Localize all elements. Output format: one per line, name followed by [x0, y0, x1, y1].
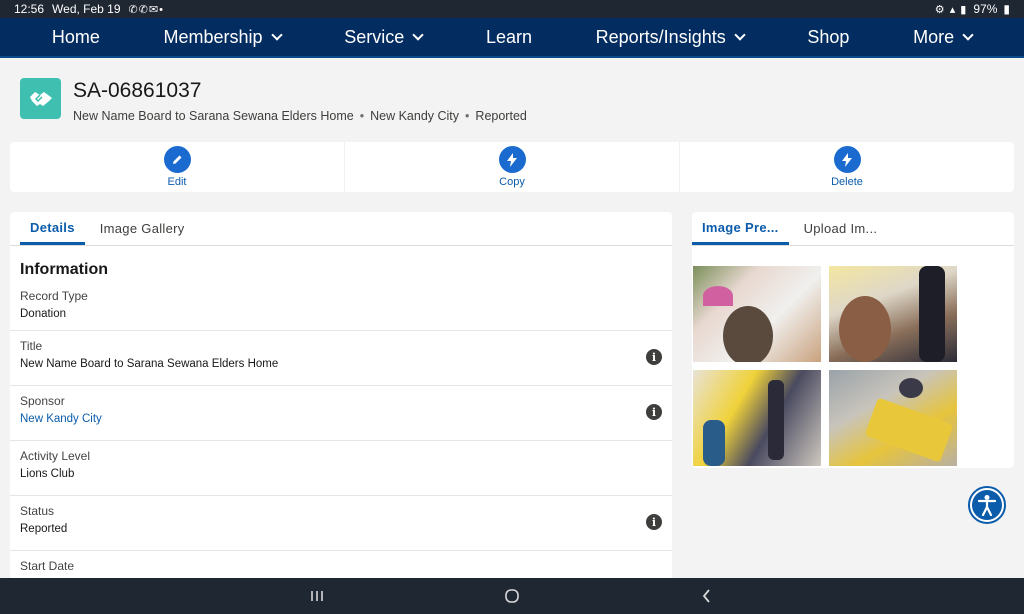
nav-service[interactable]: Service: [344, 26, 424, 48]
field-value: New Name Board to Sarana Sewana Elders H…: [20, 358, 279, 370]
separator-dot: •: [359, 109, 365, 123]
sponsor-link[interactable]: New Kandy City: [20, 413, 662, 425]
nav-shop[interactable]: Shop: [807, 27, 849, 48]
system-navigation-bar: [0, 578, 1024, 614]
copy-label: Copy: [499, 176, 525, 188]
field-label: Sponsor: [20, 394, 65, 408]
battery-icon: ▮: [1003, 2, 1010, 16]
tab-image-preview[interactable]: Image Pre...: [692, 212, 789, 245]
lightning-icon: [498, 146, 526, 173]
accessibility-button[interactable]: [968, 486, 1006, 524]
nav-more[interactable]: More: [913, 26, 974, 48]
lightning-icon: [833, 146, 861, 173]
field-record-type: Record Type Donation: [10, 285, 672, 331]
field-label: Status: [20, 504, 55, 518]
gallery-image[interactable]: [829, 370, 957, 466]
action-bar: Edit Copy Delete: [10, 142, 1014, 192]
edit-button[interactable]: Edit: [10, 142, 345, 192]
back-button[interactable]: [687, 581, 727, 611]
tab-image-gallery[interactable]: Image Gallery: [85, 212, 200, 245]
pencil-icon: [163, 146, 191, 173]
notification-icons: ✆✆✉•: [128, 3, 165, 16]
nav-home[interactable]: Home: [52, 27, 100, 48]
field-value: Reported: [20, 523, 68, 535]
record-status: Reported: [475, 109, 527, 123]
field-label: Record Type: [20, 289, 88, 303]
nav-reports-label: Reports/Insights: [595, 26, 726, 47]
record-name: New Name Board to Sarana Sewana Elders H…: [73, 109, 354, 123]
nav-learn-label: Learn: [485, 26, 532, 47]
info-icon[interactable]: i: [646, 404, 662, 420]
chevron-down-icon: [412, 29, 424, 41]
gallery-image[interactable]: [829, 266, 957, 362]
field-label: Title: [20, 339, 43, 353]
battery-level: 97%: [973, 2, 998, 16]
handshake-icon: [20, 78, 61, 119]
status-bar: 12:56 Wed, Feb 19 ✆✆✉• ⚙ ▴ ▮ 97% ▮: [0, 0, 1024, 18]
tab-details[interactable]: Details: [20, 212, 85, 245]
nav-membership[interactable]: Membership: [163, 26, 283, 48]
nav-more-label: More: [913, 26, 955, 47]
field-value: Lions Club: [20, 468, 75, 480]
image-tabs: Image Pre... Upload Im...: [692, 212, 1014, 246]
field-sponsor: Sponsor New Kandy City i: [10, 386, 672, 441]
status-time: 12:56: [14, 2, 45, 16]
field-activity-level: Activity Level Lions Club: [10, 441, 672, 496]
image-gallery: [692, 246, 1014, 466]
field-label: Start Date: [20, 559, 75, 573]
edit-label: Edit: [167, 176, 187, 188]
record-subtitle: New Name Board to Sarana Sewana Elders H…: [73, 109, 527, 123]
record-header: SA-06861037 New Name Board to Sarana Sew…: [20, 78, 527, 123]
details-panel: Details Image Gallery Information Record…: [10, 212, 672, 578]
separator-dot: •: [465, 109, 470, 123]
nav-home-label: Home: [51, 26, 100, 47]
main-navigation: Home Membership Service Learn Reports/In…: [0, 18, 1024, 58]
nav-reports-insights[interactable]: Reports/Insights: [595, 26, 746, 48]
nav-service-label: Service: [344, 26, 405, 47]
record-sponsor: New Kandy City: [370, 109, 460, 123]
field-title: Title New Name Board to Sarana Sewana El…: [10, 331, 672, 386]
chevron-down-icon: [962, 29, 974, 41]
nav-membership-label: Membership: [163, 26, 263, 47]
status-date: Wed, Feb 19: [52, 2, 121, 16]
chevron-down-icon: [270, 29, 283, 41]
gallery-image[interactable]: [693, 266, 821, 362]
field-status: Status Reported i: [10, 496, 672, 551]
delete-button[interactable]: Delete: [680, 142, 1014, 192]
info-icon[interactable]: i: [646, 349, 662, 365]
field-start-date: Start Date: [10, 551, 672, 578]
home-button[interactable]: [492, 581, 532, 611]
copy-button[interactable]: Copy: [345, 142, 680, 192]
section-title: Information: [20, 261, 108, 278]
record-id: SA-06861037: [73, 79, 202, 102]
chevron-down-icon: [734, 29, 746, 41]
tab-upload-image[interactable]: Upload Im...: [789, 212, 893, 245]
gallery-image[interactable]: [693, 370, 821, 466]
accessibility-icon: [972, 490, 1002, 520]
field-value: Donation: [20, 308, 67, 320]
recent-apps-button[interactable]: [297, 581, 337, 611]
delete-label: Delete: [831, 176, 863, 188]
nav-shop-label: Shop: [807, 26, 850, 47]
signal-icons: ⚙ ▴ ▮: [934, 3, 968, 16]
info-icon[interactable]: i: [646, 514, 662, 530]
field-label: Activity Level: [20, 449, 91, 463]
images-panel: Image Pre... Upload Im...: [692, 212, 1014, 468]
nav-learn[interactable]: Learn: [486, 27, 532, 48]
details-tabs: Details Image Gallery: [10, 212, 672, 246]
